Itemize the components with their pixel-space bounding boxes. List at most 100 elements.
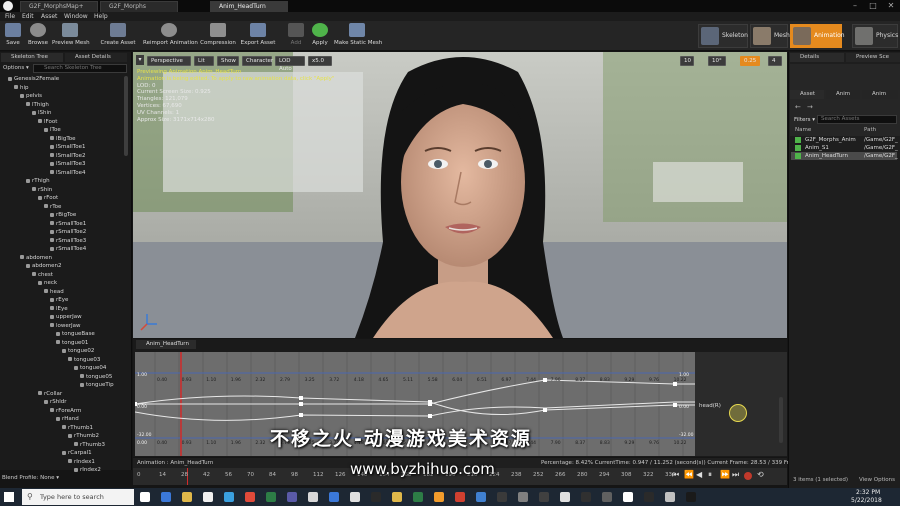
bone-lowerJaw[interactable]: lowerJaw bbox=[50, 322, 81, 330]
create-asset-button[interactable]: Create Asset bbox=[100, 22, 136, 50]
mail-icon[interactable] bbox=[224, 492, 234, 502]
tab-skeleton-tree[interactable]: Skeleton Tree bbox=[1, 53, 63, 62]
bone-rSmallToe2[interactable]: rSmallToe2 bbox=[50, 228, 86, 236]
onenote-icon[interactable] bbox=[287, 492, 297, 502]
grid-snap-value[interactable]: 10 bbox=[680, 56, 694, 66]
bone-tongue05[interactable]: tongue05 bbox=[80, 373, 112, 381]
playback-speed-button[interactable]: x5.0 bbox=[308, 56, 332, 66]
lit-button[interactable]: Lit bbox=[194, 56, 214, 66]
apply-button[interactable]: Apply bbox=[310, 22, 330, 50]
blend-profile-dropdown[interactable]: Blend Profile: None ▾ bbox=[2, 474, 128, 483]
export-asset-button[interactable]: Export Asset bbox=[240, 22, 276, 50]
bone-rThumb3[interactable]: rThumb3 bbox=[74, 441, 105, 449]
document-tab-headturn[interactable]: Anim_HeadTurn bbox=[210, 1, 288, 12]
bone-tongue04[interactable]: tongue04 bbox=[74, 364, 106, 372]
bone-rCollar[interactable]: rCollar bbox=[38, 390, 62, 398]
file-explorer-icon[interactable] bbox=[182, 492, 192, 502]
bone-lBigToe[interactable]: lBigToe bbox=[50, 135, 76, 143]
edge-icon[interactable] bbox=[161, 492, 171, 502]
bone-rIndex2[interactable]: rIndex2 bbox=[74, 466, 101, 474]
bone-rSmallToe4[interactable]: rSmallToe4 bbox=[50, 245, 86, 253]
sheets-icon[interactable] bbox=[413, 492, 423, 502]
document-tab-morphsmap[interactable]: G2F_MorphsMap+ bbox=[20, 1, 98, 12]
bone-hip[interactable]: hip bbox=[14, 84, 29, 92]
mode-skeleton-button[interactable]: Skeleton bbox=[698, 24, 748, 48]
filters-button[interactable]: Filters ▾ bbox=[794, 117, 815, 123]
bone-rCarpal1[interactable]: rCarpal1 bbox=[62, 449, 92, 457]
bone-rShldr[interactable]: rShldr bbox=[44, 398, 67, 406]
step-back-icon[interactable]: ⏪ bbox=[684, 470, 694, 479]
app-icon[interactable] bbox=[518, 492, 528, 502]
skip-end-icon[interactable]: ⏭ bbox=[732, 470, 739, 480]
bone-neck[interactable]: neck bbox=[38, 279, 57, 287]
lod-auto-button[interactable]: LOD Auto bbox=[275, 56, 305, 72]
tab-preview-scene[interactable]: Preview Sce bbox=[846, 53, 900, 62]
tab-curve-anim[interactable]: Anim_HeadTurn bbox=[136, 340, 196, 349]
task-view-icon[interactable] bbox=[140, 492, 150, 502]
bone-rThumb2[interactable]: rThumb2 bbox=[68, 432, 99, 440]
bone-lSmallToe2[interactable]: lSmallToe2 bbox=[50, 152, 85, 160]
bone-rSmallToe3[interactable]: rSmallToe3 bbox=[50, 237, 86, 245]
maximize-icon[interactable]: □ bbox=[864, 0, 882, 12]
bone-rToe[interactable]: rToe bbox=[44, 203, 61, 211]
tab-asset-details[interactable]: Asset Details bbox=[65, 53, 127, 62]
bone-upperJaw[interactable]: upperJaw bbox=[50, 313, 82, 321]
menu-window[interactable]: Window bbox=[64, 12, 88, 21]
camera-speed-value[interactable]: 4 bbox=[768, 56, 782, 66]
menu-edit[interactable]: Edit bbox=[22, 12, 34, 21]
asset-row[interactable]: G2F_Morphs_Anim/Game/G2F_ bbox=[791, 136, 898, 144]
excel-icon[interactable] bbox=[266, 492, 276, 502]
pause-icon[interactable]: ⏸ bbox=[708, 470, 712, 480]
store-icon[interactable] bbox=[203, 492, 213, 502]
tab-asset-browser[interactable]: Asset bbox=[790, 90, 824, 99]
column-name[interactable]: Name bbox=[795, 127, 811, 133]
asset-row[interactable]: Anim_HeadTurn/Game/G2F_ bbox=[791, 152, 898, 160]
character-button[interactable]: Character bbox=[242, 56, 273, 66]
bone-tongueTip[interactable]: tongueTip bbox=[80, 381, 114, 389]
make-static-mesh-button[interactable]: Make Static Mesh bbox=[334, 22, 382, 50]
bone-pelvis[interactable]: pelvis bbox=[20, 92, 42, 100]
unreal-icon[interactable] bbox=[644, 492, 654, 502]
folder-icon[interactable] bbox=[392, 492, 402, 502]
app-icon[interactable] bbox=[581, 492, 591, 502]
browse-button[interactable]: Browse bbox=[26, 22, 50, 50]
preview-mesh-button[interactable]: Preview Mesh bbox=[52, 22, 90, 50]
app-icon[interactable] bbox=[623, 492, 633, 502]
options-button[interactable]: Options ▾ bbox=[3, 64, 31, 73]
bone-lToe[interactable]: lToe bbox=[44, 126, 61, 134]
tab-details[interactable]: Details bbox=[790, 53, 844, 62]
menu-file[interactable]: File bbox=[5, 12, 15, 21]
asset-search-input[interactable]: Search Assets bbox=[817, 115, 897, 124]
windows-start-icon[interactable] bbox=[4, 492, 14, 502]
column-path[interactable]: Path bbox=[864, 127, 876, 133]
bone-rIndex1[interactable]: rIndex1 bbox=[68, 458, 95, 466]
forward-arrow-icon[interactable]: → bbox=[807, 103, 813, 111]
close-icon[interactable]: ✕ bbox=[882, 0, 900, 12]
rotation-snap-value[interactable]: 10° bbox=[708, 56, 726, 66]
tab-anim-2[interactable]: Anim bbox=[862, 90, 898, 99]
settings-icon[interactable] bbox=[308, 492, 318, 502]
asset-row[interactable]: Anim_S1/Game/G2F_ bbox=[791, 144, 898, 152]
perspective-button[interactable]: Perspective bbox=[147, 56, 191, 66]
bone-tongueBase[interactable]: tongueBase bbox=[56, 330, 95, 338]
tree-scrollbar[interactable] bbox=[124, 76, 128, 156]
back-arrow-icon[interactable]: ← bbox=[795, 103, 801, 111]
bone-lThigh[interactable]: lThigh bbox=[26, 101, 49, 109]
reimport-animation-button[interactable]: Reimport Animation bbox=[143, 22, 198, 50]
mode-animation-button[interactable]: Animation bbox=[790, 24, 845, 48]
taskbar-search-input[interactable]: ⚲ Type here to search bbox=[22, 489, 134, 505]
menu-asset[interactable]: Asset bbox=[41, 12, 57, 21]
viewport-options-icon[interactable]: ▾ bbox=[136, 55, 144, 65]
skeleton-search-input[interactable]: Search Skeleton Tree bbox=[33, 64, 127, 73]
document-tab-morphs[interactable]: G2F_Morphs bbox=[100, 1, 178, 12]
scale-snap-value[interactable]: 0.25 bbox=[740, 56, 760, 66]
tab-anim-1[interactable]: Anim bbox=[826, 90, 860, 99]
bone-lEye[interactable]: lEye bbox=[50, 305, 68, 313]
mode-physics-button[interactable]: Physics bbox=[852, 24, 898, 48]
firefox-icon[interactable] bbox=[434, 492, 444, 502]
bone-rForeArm[interactable]: rForeArm bbox=[50, 407, 81, 415]
bone-rFoot[interactable]: rFoot bbox=[38, 194, 58, 202]
skip-start-icon[interactable]: ⏮ bbox=[672, 470, 679, 480]
add-button[interactable]: Add bbox=[287, 22, 305, 50]
bone-rShin[interactable]: rShin bbox=[32, 186, 52, 194]
